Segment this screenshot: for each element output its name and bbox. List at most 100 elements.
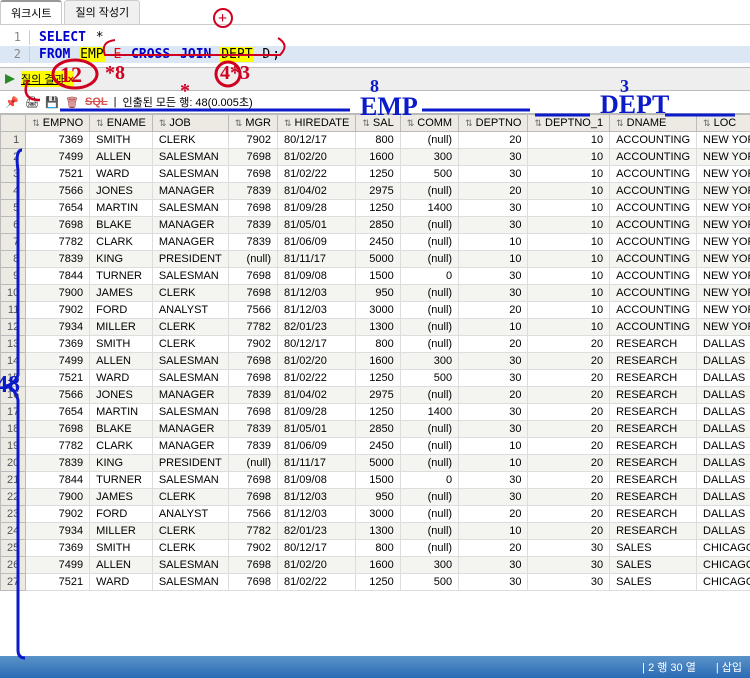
cell[interactable]: 81/09/28 [278,404,356,421]
cell[interactable]: SALESMAN [152,557,228,574]
cell[interactable]: 7654 [26,200,90,217]
cell[interactable]: 5000 [356,455,400,472]
cell[interactable]: 30 [459,574,528,591]
cell[interactable]: DALLAS [697,387,750,404]
cell[interactable]: WARD [90,166,153,183]
cell[interactable]: TURNER [90,268,153,285]
table-row[interactable]: 27499ALLENSALESMAN769881/02/201600300301… [1,149,750,166]
cell[interactable]: 81/09/28 [278,200,356,217]
cell[interactable]: 800 [356,336,400,353]
cell[interactable]: 2450 [356,438,400,455]
delete-icon[interactable]: 🗑 [65,95,79,109]
cell[interactable]: (null) [400,132,458,149]
cell[interactable]: WARD [90,574,153,591]
cell[interactable]: 81/05/01 [278,217,356,234]
cell[interactable]: 2850 [356,217,400,234]
cell[interactable]: 30 [459,353,528,370]
cell[interactable]: 7900 [26,285,90,302]
cell[interactable]: 20 [528,353,610,370]
cell[interactable]: MARTIN [90,404,153,421]
cell[interactable]: DALLAS [697,421,750,438]
cell[interactable]: 80/12/17 [278,132,356,149]
cell[interactable]: RESEARCH [610,438,697,455]
cell[interactable]: 12 [1,319,26,336]
cell[interactable]: 7839 [228,217,277,234]
cell[interactable]: 30 [459,370,528,387]
column-header[interactable]: ⇅ENAME [90,115,153,132]
cell[interactable]: 81/02/22 [278,574,356,591]
cell[interactable]: RESEARCH [610,523,697,540]
cell[interactable]: 7698 [228,353,277,370]
cell[interactable]: 20 [459,302,528,319]
cell[interactable]: 950 [356,285,400,302]
cell[interactable]: ANALYST [152,506,228,523]
cell[interactable]: 10 [459,438,528,455]
cell[interactable]: 7369 [26,132,90,149]
cell[interactable]: 7839 [228,438,277,455]
cell[interactable]: 10 [459,523,528,540]
cell[interactable]: 7934 [26,319,90,336]
table-row[interactable]: 167566JONESMANAGER783981/04/022975(null)… [1,387,750,404]
cell[interactable]: RESEARCH [610,370,697,387]
cell[interactable]: 7839 [228,387,277,404]
cell[interactable]: 81/12/03 [278,489,356,506]
table-row[interactable]: 247934MILLERCLERK778282/01/231300(null)1… [1,523,750,540]
table-row[interactable]: 107900JAMESCLERK769881/12/03950(null)301… [1,285,750,302]
print-icon[interactable]: 🖨 [25,95,39,109]
cell[interactable]: NEW YORK [697,149,750,166]
table-row[interactable]: 237902FORDANALYST756681/12/033000(null)2… [1,506,750,523]
table-row[interactable]: 47566JONESMANAGER783981/04/022975(null)2… [1,183,750,200]
cell[interactable]: 1600 [356,557,400,574]
cell[interactable]: SALES [610,540,697,557]
cell[interactable]: 7521 [26,370,90,387]
cell[interactable]: 2450 [356,234,400,251]
cell[interactable]: 7654 [26,404,90,421]
cell[interactable]: ACCOUNTING [610,234,697,251]
cell[interactable]: SALESMAN [152,149,228,166]
cell[interactable]: JONES [90,183,153,200]
cell[interactable]: DALLAS [697,370,750,387]
cell[interactable]: 10 [459,455,528,472]
cell[interactable]: (null) [400,438,458,455]
cell[interactable]: FORD [90,506,153,523]
cell[interactable]: PRESIDENT [152,251,228,268]
cell[interactable]: 7698 [228,472,277,489]
cell[interactable]: BLAKE [90,217,153,234]
cell[interactable]: 80/12/17 [278,336,356,353]
cell[interactable]: CLERK [152,132,228,149]
cell[interactable]: NEW YORK [697,302,750,319]
cell[interactable]: 81/04/02 [278,183,356,200]
cell[interactable]: 20 [528,455,610,472]
cell[interactable]: 7902 [228,540,277,557]
cell[interactable]: 7902 [26,506,90,523]
cell[interactable]: ACCOUNTING [610,149,697,166]
cell[interactable]: 3000 [356,302,400,319]
cell[interactable]: 1250 [356,166,400,183]
cell[interactable]: 30 [459,285,528,302]
cell[interactable]: 4 [1,183,26,200]
cell[interactable]: ACCOUNTING [610,268,697,285]
cell[interactable]: 7839 [26,251,90,268]
cell[interactable]: 30 [459,421,528,438]
table-row[interactable]: 87839KINGPRESIDENT(null)81/11/175000(nul… [1,251,750,268]
cell[interactable]: 81/11/17 [278,251,356,268]
cell[interactable]: 20 [459,387,528,404]
cell[interactable]: MANAGER [152,421,228,438]
cell[interactable]: SALESMAN [152,574,228,591]
cell[interactable]: 1250 [356,370,400,387]
cell[interactable]: 81/06/09 [278,438,356,455]
sort-icon[interactable]: ⇅ [284,118,292,129]
cell[interactable]: 2975 [356,387,400,404]
cell[interactable]: 7 [1,234,26,251]
cell[interactable]: 1250 [356,574,400,591]
cell[interactable]: 10 [528,251,610,268]
sql-label[interactable]: SQL [85,96,108,108]
table-row[interactable]: 197782CLARKMANAGER783981/06/092450(null)… [1,438,750,455]
cell[interactable]: 26 [1,557,26,574]
cell[interactable]: 1250 [356,404,400,421]
cell[interactable]: 7698 [26,421,90,438]
cell[interactable]: DALLAS [697,472,750,489]
tab-worksheet[interactable]: 워크시트 [0,0,62,24]
cell[interactable]: 24 [1,523,26,540]
cell[interactable]: 300 [400,353,458,370]
